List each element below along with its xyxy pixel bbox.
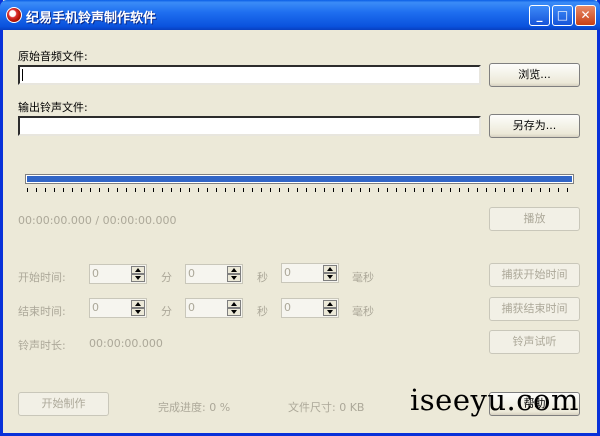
spin-down-icon[interactable] [227, 274, 241, 282]
start-time-label: 开始时间: [18, 271, 66, 284]
start-make-button[interactable]: 开始制作 [18, 392, 109, 416]
output-file-input[interactable] [18, 116, 481, 136]
source-file-label: 原始音频文件: [18, 50, 88, 63]
window-title: 纪易手机铃声制作软件 [26, 11, 157, 26]
spin-down-icon[interactable] [227, 308, 241, 316]
start-ms-value: 0 [284, 266, 291, 279]
spin-down-icon[interactable] [131, 308, 145, 316]
app-icon[interactable] [6, 7, 22, 23]
start-ms-spinner[interactable]: 0 [281, 263, 339, 283]
time-readout: 00:00:00.000 / 00:00:00.000 [18, 214, 177, 227]
position-slider[interactable] [25, 174, 574, 184]
start-minutes-spinner[interactable]: 0 [89, 264, 147, 284]
start-seconds-spinner[interactable]: 0 [185, 264, 243, 284]
spin-up-icon[interactable] [323, 265, 337, 273]
end-seconds-value: 0 [188, 301, 195, 314]
minimize-button[interactable]: _ [529, 5, 550, 26]
start-minutes-value: 0 [92, 267, 99, 280]
start-seconds-value: 0 [188, 267, 195, 280]
end-minutes-value: 0 [92, 301, 99, 314]
end-seconds-spinner[interactable]: 0 [185, 298, 243, 318]
spin-up-icon[interactable] [131, 266, 145, 274]
spin-up-icon[interactable] [323, 300, 337, 308]
browse-button[interactable]: 浏览... [489, 63, 580, 87]
spin-up-icon[interactable] [227, 300, 241, 308]
start-ms-unit: 毫秒 [352, 271, 374, 284]
end-ms-unit: 毫秒 [352, 305, 374, 318]
end-time-label: 结束时间: [18, 305, 66, 318]
play-button[interactable]: 播放 [489, 207, 580, 231]
duration-label: 铃声时长: [18, 339, 66, 352]
spin-up-icon[interactable] [227, 266, 241, 274]
end-ms-value: 0 [284, 301, 291, 314]
spin-down-icon[interactable] [323, 308, 337, 316]
progress-text: 完成进度: 0 % [158, 401, 231, 414]
maximize-button[interactable]: □ [552, 5, 573, 26]
close-button[interactable]: ✕ [575, 5, 596, 26]
start-seconds-unit: 秒 [257, 271, 268, 284]
duration-value: 00:00:00.000 [89, 337, 163, 350]
output-file-label: 输出铃声文件: [18, 101, 88, 114]
slider-fill [27, 176, 572, 182]
capture-start-button[interactable]: 捕获开始时间 [489, 263, 580, 287]
end-minutes-unit: 分 [161, 305, 172, 318]
file-size-text: 文件尺寸: 0 KB [288, 401, 365, 414]
watermark-text: iseeyu.com [410, 383, 579, 417]
spin-down-icon[interactable] [323, 273, 337, 281]
end-ms-spinner[interactable]: 0 [281, 298, 339, 318]
title-bar[interactable]: 纪易手机铃声制作软件 _ □ ✕ [0, 0, 600, 30]
end-seconds-unit: 秒 [257, 305, 268, 318]
preview-button[interactable]: 铃声试听 [489, 330, 580, 354]
end-minutes-spinner[interactable]: 0 [89, 298, 147, 318]
save-as-button[interactable]: 另存为... [489, 114, 580, 138]
spin-up-icon[interactable] [131, 300, 145, 308]
spin-down-icon[interactable] [131, 274, 145, 282]
text-caret [22, 69, 23, 81]
slider-ticks [27, 188, 574, 192]
source-file-input[interactable] [18, 65, 481, 85]
capture-end-button[interactable]: 捕获结束时间 [489, 297, 580, 321]
start-minutes-unit: 分 [161, 271, 172, 284]
